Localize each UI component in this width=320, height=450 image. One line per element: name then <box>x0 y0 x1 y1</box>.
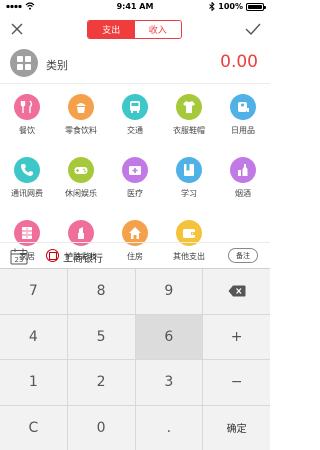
category-label-text: 零食饮料 <box>65 126 97 135</box>
cat-circle-7 <box>122 157 148 183</box>
cat-circle-4 <box>230 94 256 120</box>
house-icon <box>129 227 141 239</box>
cat-circle-1 <box>68 94 94 120</box>
category-transport[interactable]: 交通 <box>108 94 162 148</box>
category-label-text: 日用品 <box>231 126 255 135</box>
status-right: 100% <box>209 2 266 11</box>
lipstick-icon <box>78 227 84 239</box>
toilet-paper-icon <box>238 102 249 112</box>
category-label: 类别 <box>46 59 68 72</box>
category-label-text: 交通 <box>127 126 143 135</box>
phone-icon <box>21 164 33 176</box>
key-7[interactable]: 7 <box>0 269 67 314</box>
category-dining[interactable]: 餐饮 <box>0 94 54 148</box>
gamepad-icon <box>74 167 88 174</box>
account-row: 23 工商银行 备注 <box>0 242 270 268</box>
note-button[interactable]: 备注 <box>228 248 258 263</box>
tab-expense[interactable]: 支出 <box>88 21 135 38</box>
battery-icon <box>246 2 266 11</box>
key-3[interactable]: 3 <box>135 360 203 405</box>
medical-kit-icon <box>129 166 141 175</box>
check-icon[interactable] <box>244 20 262 38</box>
category-tobacco-alcohol[interactable]: 烟酒 <box>216 157 270 211</box>
category-label-text: 休闲娱乐 <box>65 189 97 198</box>
category-label-text: 衣服鞋帽 <box>173 126 205 135</box>
cat-circle-9 <box>230 157 256 183</box>
cat-circle-6 <box>68 157 94 183</box>
backspace-key[interactable] <box>203 269 270 314</box>
calendar-icon[interactable]: 23 <box>10 248 28 265</box>
cupcake-icon <box>76 103 86 113</box>
category-grid-icon <box>10 49 38 77</box>
category-label-text: 烟酒 <box>235 189 251 198</box>
cat-circle-0 <box>14 94 40 120</box>
nav-bar: 支出 收入 <box>0 14 270 44</box>
cat-circle-8 <box>176 157 202 183</box>
account-name[interactable]: 工商银行 <box>63 250 103 265</box>
bus-icon <box>130 101 140 113</box>
type-segmented-control: 支出 收入 <box>87 20 182 39</box>
backspace-icon <box>228 285 246 297</box>
category-label-text: 餐饮 <box>19 126 35 135</box>
numeric-keypad: 7 8 9 4 5 6 + 1 2 3 − C 0 . 确定 <box>0 268 270 450</box>
category-label-text: 医疗 <box>127 189 143 198</box>
key-9[interactable]: 9 <box>135 269 203 314</box>
category-label-text: 学习 <box>181 189 197 198</box>
category-label-text: 通讯网费 <box>11 189 43 198</box>
icbc-logo-icon <box>46 249 59 262</box>
category-medical[interactable]: 医疗 <box>108 157 162 211</box>
category-entertainment[interactable]: 休闲娱乐 <box>54 157 108 211</box>
category-snacks[interactable]: 零食饮料 <box>54 94 108 148</box>
wallet-icon <box>183 229 195 238</box>
confirm-key[interactable]: 确定 <box>203 405 270 450</box>
category-row[interactable]: 类别 0.00 <box>0 44 270 84</box>
key-clear[interactable]: C <box>0 405 67 450</box>
close-icon[interactable] <box>8 20 26 38</box>
key-2[interactable]: 2 <box>67 360 135 405</box>
key-6[interactable]: 6 <box>135 314 203 359</box>
tab-income[interactable]: 收入 <box>134 21 181 38</box>
cat-circle-5 <box>14 157 40 183</box>
status-bar: 9:41 AM 100% <box>0 0 270 14</box>
bluetooth-icon <box>209 2 215 11</box>
bottle-icon <box>238 164 248 176</box>
shirt-icon <box>183 101 195 113</box>
key-5[interactable]: 5 <box>67 314 135 359</box>
amount-display: 0.00 <box>220 52 258 72</box>
key-minus[interactable]: − <box>203 360 270 405</box>
category-daily-goods[interactable]: 日用品 <box>216 94 270 148</box>
category-clothing[interactable]: 衣服鞋帽 <box>162 94 216 148</box>
key-8[interactable]: 8 <box>67 269 135 314</box>
book-icon <box>184 164 194 176</box>
key-dot[interactable]: . <box>135 405 203 450</box>
dining-icon <box>20 100 33 113</box>
category-study[interactable]: 学习 <box>162 157 216 211</box>
calendar-day: 23 <box>15 256 24 264</box>
category-telecom[interactable]: 通讯网费 <box>0 157 54 211</box>
key-plus[interactable]: + <box>203 314 270 359</box>
key-1[interactable]: 1 <box>0 360 67 405</box>
battery-percent: 100% <box>218 2 243 11</box>
cabinet-icon <box>22 227 32 239</box>
cat-circle-3 <box>176 94 202 120</box>
key-4[interactable]: 4 <box>0 314 67 359</box>
key-0[interactable]: 0 <box>67 405 135 450</box>
cat-circle-2 <box>122 94 148 120</box>
